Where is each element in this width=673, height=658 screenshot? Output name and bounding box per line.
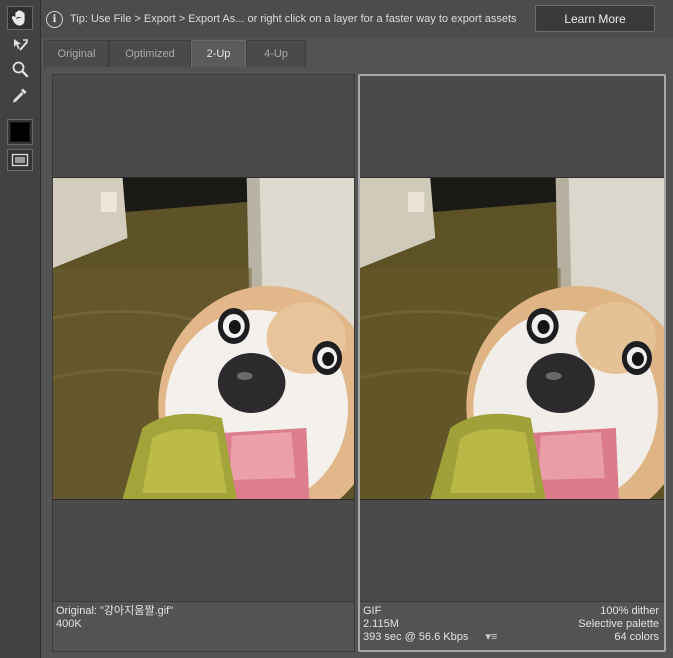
original-pane[interactable]: Original: "강아지움짤.gif" 400K bbox=[52, 74, 355, 652]
tip-text: Tip: Use File > Export > Export As... or… bbox=[70, 13, 517, 25]
optimized-colors: 64 colors bbox=[614, 631, 659, 643]
eyedropper-color-swatch[interactable] bbox=[7, 119, 33, 145]
hand-tool[interactable] bbox=[7, 6, 33, 30]
optimized-palette: Selective palette bbox=[578, 618, 659, 630]
optimized-size: 2.115M bbox=[363, 618, 399, 630]
original-filename: Original: "강아지움짤.gif" bbox=[56, 605, 174, 617]
toggle-slices-visibility-button[interactable] bbox=[7, 149, 33, 171]
optimized-pane[interactable]: GIF 100% dither 2.115M Selective palette… bbox=[358, 74, 666, 652]
optimized-image bbox=[360, 177, 664, 500]
zoom-tool[interactable] bbox=[7, 57, 33, 81]
eyedropper-tool[interactable] bbox=[7, 83, 33, 107]
dog-image-original bbox=[53, 178, 354, 499]
original-info: Original: "강아지움짤.gif" 400K bbox=[53, 601, 354, 651]
tab-optimized[interactable]: Optimized bbox=[109, 40, 191, 67]
tab-original[interactable]: Original bbox=[44, 40, 109, 67]
slice-select-tool[interactable] bbox=[7, 33, 33, 57]
learn-more-button[interactable]: Learn More bbox=[535, 5, 655, 32]
tool-strip bbox=[0, 0, 41, 658]
preview-area: Original: "강아지움짤.gif" 400K GIF 100% dith… bbox=[44, 67, 670, 658]
original-image bbox=[53, 177, 354, 500]
tip-bar: i Tip: Use File > Export > Export As... … bbox=[41, 0, 673, 38]
view-tabs: Original Optimized 2-Up 4-Up bbox=[44, 40, 670, 67]
optimized-dither: 100% dither bbox=[600, 605, 659, 617]
tab-4-up[interactable]: 4-Up bbox=[246, 40, 306, 67]
original-size: 400K bbox=[56, 618, 82, 630]
eyedropper-icon bbox=[12, 88, 27, 103]
zoom-icon bbox=[12, 61, 29, 78]
color-swatch bbox=[10, 122, 30, 142]
optimized-info: GIF 100% dither 2.115M Selective palette… bbox=[360, 601, 664, 650]
hand-icon bbox=[11, 10, 25, 26]
download-rate-menu-icon[interactable]: ▾≡ bbox=[485, 631, 497, 643]
optimized-format: GIF bbox=[363, 605, 382, 617]
info-icon: i bbox=[46, 10, 63, 28]
tab-2-up[interactable]: 2-Up bbox=[191, 40, 246, 67]
slices-icon bbox=[11, 153, 29, 167]
download-time: 393 sec @ 56.6 Kbps bbox=[363, 631, 469, 643]
slice-select-icon bbox=[14, 39, 28, 51]
dog-image-optimized bbox=[360, 178, 664, 499]
